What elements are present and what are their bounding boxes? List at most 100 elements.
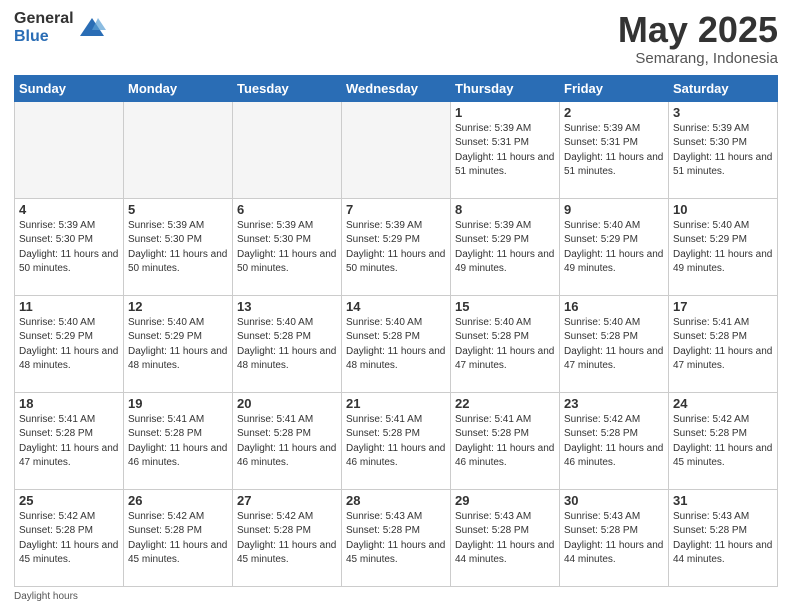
day-info: Sunrise: 5:39 AMSunset: 5:30 PMDaylight:… — [128, 219, 228, 277]
calendar-cell: 21 Sunrise: 5:41 AMSunset: 5:28 PMDayligh… — [342, 392, 451, 489]
calendar-cell: 25Sunrise: 5:42 AMSunset: 5:28 PMDayligh… — [15, 489, 124, 586]
day-info: Sunrise: 5:41 AMSunset: 5:28 PMDaylight:… — [673, 316, 773, 374]
logo-text: General Blue — [14, 10, 74, 45]
day-info: Sunrise: 5:41 AMSunset: 5:28 PMDaylight:… — [346, 413, 446, 471]
calendar-cell: 13 Sunrise: 5:40 AMSunset: 5:28 PMDayligh… — [233, 295, 342, 392]
day-info: Sunrise: 5:40 AMSunset: 5:29 PMDaylight:… — [128, 316, 228, 374]
calendar-week-5: 25 Sunrise: 5:42 AMSunset: 5:28 PMDayligh… — [15, 489, 778, 586]
day-info: Sunrise: 5:41 AMSunset: 5:28 PMDaylight:… — [19, 413, 119, 471]
day-number: 26 — [128, 493, 228, 508]
header: General Blue May 2025 Semarang, Indonesi… — [14, 10, 778, 67]
calendar-cell: 4 Sunrise: 5:39 AMSunset: 5:30 PMDaylight… — [15, 198, 124, 295]
day-number: 8 — [455, 202, 555, 217]
day-number: 21 — [346, 396, 446, 411]
calendar-cell: 23 Sunrise: 5:42 AMSunset: 5:28 PMDayligh… — [560, 392, 669, 489]
day-info: Sunrise: 5:39 AMSunset: 5:30 PMDaylight:… — [237, 219, 337, 277]
day-number: 10 — [673, 202, 773, 217]
col-header-saturday: Saturday — [669, 75, 778, 101]
day-number: 25 — [19, 493, 119, 508]
calendar-cell: 17 Sunrise: 5:41 AMSunset: 5:28 PMDayligh… — [669, 295, 778, 392]
calendar-cell: 28Sunrise: 5:43 AMSunset: 5:28 PMDayligh… — [342, 489, 451, 586]
day-info: Sunrise: 5:43 AMSunset: 5:28 PMDaylight:… — [455, 510, 555, 568]
day-info: Sunrise: 5:42 AMSunset: 5:28 PMDaylight:… — [673, 413, 773, 471]
day-info: Sunrise: 5:43 AMSunset: 5:28 PMDaylight:… — [564, 510, 664, 568]
day-number: 4 — [19, 202, 119, 217]
day-number: 7 — [346, 202, 446, 217]
day-number: 19 — [128, 396, 228, 411]
day-number: 9 — [564, 202, 664, 217]
logo-blue: Blue — [14, 28, 74, 46]
calendar-cell: 6Sunrise: 5:39 AMSunset: 5:30 PMDaylight… — [233, 198, 342, 295]
day-info: Sunrise: 5:41 AMSunset: 5:28 PMDaylight:… — [237, 413, 337, 471]
calendar-cell: 12 Sunrise: 5:40 AMSunset: 5:29 PMDayligh… — [124, 295, 233, 392]
calendar-cell: 5 Sunrise: 5:39 AMSunset: 5:30 PMDaylight… — [124, 198, 233, 295]
day-number: 14 — [346, 299, 446, 314]
day-number: 31 — [673, 493, 773, 508]
day-info: Sunrise: 5:39 AMSunset: 5:30 PMDaylight:… — [673, 122, 773, 180]
day-number: 23 — [564, 396, 664, 411]
day-info: Sunrise: 5:42 AMSunset: 5:28 PMDaylight:… — [128, 510, 228, 568]
day-info: Sunrise: 5:41 AMSunset: 5:28 PMDaylight:… — [128, 413, 228, 471]
day-info: Sunrise: 5:40 AMSunset: 5:28 PMDaylight:… — [237, 316, 337, 374]
footer-note: Daylight hours — [14, 591, 778, 602]
col-header-sunday: Sunday — [15, 75, 124, 101]
day-info: Sunrise: 5:40 AMSunset: 5:29 PMDaylight:… — [19, 316, 119, 374]
day-number: 12 — [128, 299, 228, 314]
day-info: Sunrise: 5:41 AMSunset: 5:28 PMDaylight:… — [455, 413, 555, 471]
day-info: Sunrise: 5:40 AMSunset: 5:28 PMDaylight:… — [564, 316, 664, 374]
day-info: Sunrise: 5:39 AMSunset: 5:31 PMDaylight:… — [564, 122, 664, 180]
day-info: Sunrise: 5:42 AMSunset: 5:28 PMDaylight:… — [564, 413, 664, 471]
day-info: Sunrise: 5:43 AMSunset: 5:28 PMDaylight:… — [673, 510, 773, 568]
calendar-cell: 29 Sunrise: 5:43 AMSunset: 5:28 PMDayligh… — [451, 489, 560, 586]
day-info: Sunrise: 5:40 AMSunset: 5:28 PMDaylight:… — [455, 316, 555, 374]
day-number: 17 — [673, 299, 773, 314]
day-number: 22 — [455, 396, 555, 411]
col-header-tuesday: Tuesday — [233, 75, 342, 101]
day-number: 2 — [564, 105, 664, 120]
day-number: 24 — [673, 396, 773, 411]
day-info: Sunrise: 5:39 AMSunset: 5:30 PMDaylight:… — [19, 219, 119, 277]
logo-icon — [78, 14, 106, 42]
calendar-cell: 27 Sunrise: 5:42 AMSunset: 5:28 PMDayligh… — [233, 489, 342, 586]
day-info: Sunrise: 5:40 AMSunset: 5:28 PMDaylight:… — [346, 316, 446, 374]
day-info: Sunrise: 5:39 AMSunset: 5:31 PMDaylight:… — [455, 122, 555, 180]
calendar-cell: 18Sunrise: 5:41 AMSunset: 5:28 PMDayligh… — [15, 392, 124, 489]
day-number: 5 — [128, 202, 228, 217]
day-info: Sunrise: 5:42 AMSunset: 5:28 PMDaylight:… — [237, 510, 337, 568]
calendar-cell: 22 Sunrise: 5:41 AMSunset: 5:28 PMDayligh… — [451, 392, 560, 489]
day-number: 27 — [237, 493, 337, 508]
calendar-cell: 20 Sunrise: 5:41 AMSunset: 5:28 PMDayligh… — [233, 392, 342, 489]
calendar-cell: 26 Sunrise: 5:42 AMSunset: 5:28 PMDayligh… — [124, 489, 233, 586]
col-header-monday: Monday — [124, 75, 233, 101]
calendar-week-3: 11Sunrise: 5:40 AMSunset: 5:29 PMDayligh… — [15, 295, 778, 392]
calendar-week-2: 4 Sunrise: 5:39 AMSunset: 5:30 PMDaylight… — [15, 198, 778, 295]
calendar-week-4: 18Sunrise: 5:41 AMSunset: 5:28 PMDayligh… — [15, 392, 778, 489]
calendar-cell: 10 Sunrise: 5:40 AMSunset: 5:29 PMDayligh… — [669, 198, 778, 295]
main-title: May 2025 — [618, 10, 778, 50]
calendar-cell — [342, 101, 451, 198]
calendar-cell: 14 Sunrise: 5:40 AMSunset: 5:28 PMDayligh… — [342, 295, 451, 392]
calendar-cell: 3Sunrise: 5:39 AMSunset: 5:30 PMDaylight… — [669, 101, 778, 198]
calendar-cell: 1 Sunrise: 5:39 AMSunset: 5:31 PMDaylight… — [451, 101, 560, 198]
day-number: 1 — [455, 105, 555, 120]
day-number: 16 — [564, 299, 664, 314]
day-number: 30 — [564, 493, 664, 508]
day-info: Sunrise: 5:40 AMSunset: 5:29 PMDaylight:… — [564, 219, 664, 277]
day-number: 29 — [455, 493, 555, 508]
title-block: May 2025 Semarang, Indonesia — [618, 10, 778, 67]
day-number: 13 — [237, 299, 337, 314]
calendar-cell: 31 Sunrise: 5:43 AMSunset: 5:28 PMDayligh… — [669, 489, 778, 586]
day-info: Sunrise: 5:39 AMSunset: 5:29 PMDaylight:… — [346, 219, 446, 277]
day-info: Sunrise: 5:40 AMSunset: 5:29 PMDaylight:… — [673, 219, 773, 277]
col-header-thursday: Thursday — [451, 75, 560, 101]
calendar-cell: 2 Sunrise: 5:39 AMSunset: 5:31 PMDaylight… — [560, 101, 669, 198]
daylight-hours-label: Daylight hours — [14, 591, 78, 602]
calendar-cell: 19 Sunrise: 5:41 AMSunset: 5:28 PMDayligh… — [124, 392, 233, 489]
calendar-cell: 30 Sunrise: 5:43 AMSunset: 5:28 PMDayligh… — [560, 489, 669, 586]
calendar-cell: 16 Sunrise: 5:40 AMSunset: 5:28 PMDayligh… — [560, 295, 669, 392]
col-header-wednesday: Wednesday — [342, 75, 451, 101]
col-header-friday: Friday — [560, 75, 669, 101]
day-number: 20 — [237, 396, 337, 411]
day-number: 28 — [346, 493, 446, 508]
calendar-header-row: SundayMondayTuesdayWednesdayThursdayFrid… — [15, 75, 778, 101]
